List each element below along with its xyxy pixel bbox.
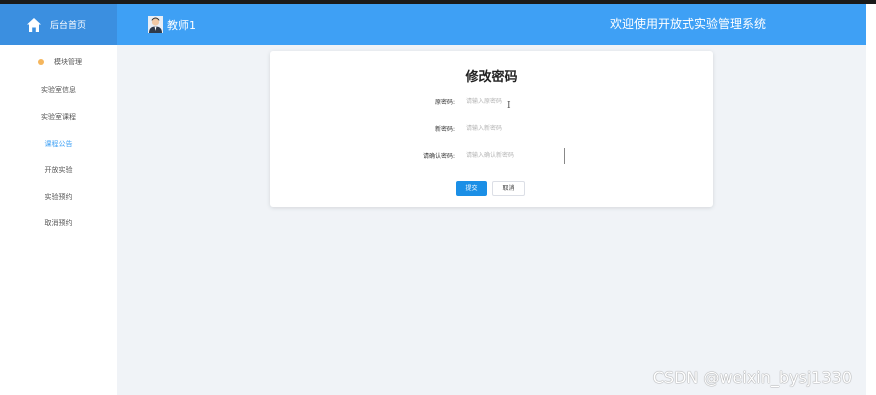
user-menu[interactable]: 教师1 (148, 4, 196, 45)
new-password-label: 新密码: (434, 126, 455, 133)
text-cursor-icon: I (507, 101, 511, 111)
home-icon (27, 17, 41, 32)
main-content: 修改密码 原密码: 请输入原密码 I 新密码: 请输入新密码 请确认密码: 请输… (117, 45, 866, 395)
sidebar-item-lab-courses[interactable]: 实验室课程 (0, 112, 117, 122)
old-password-row: 原密码: 请输入原密码 (270, 95, 713, 109)
sidebar-item-lab-info[interactable]: 实验室信息 (0, 85, 117, 95)
old-password-input[interactable]: 请输入原密码 (466, 95, 556, 109)
confirm-password-row: 请确认密码: 请输入确认新密码 (270, 149, 713, 163)
user-name: 教师1 (167, 18, 196, 32)
old-password-label: 原密码: (434, 99, 455, 106)
sidebar-item-course-notices[interactable]: 课程公告 (0, 139, 117, 149)
dot-icon (38, 59, 44, 65)
submit-button[interactable]: 提交 (456, 181, 487, 196)
welcome-text: 欢迎使用开放式实验管理系统 (609, 17, 766, 31)
home-label: 后台首页 (50, 21, 87, 31)
sidebar-section-label: 模块管理 (54, 58, 82, 66)
new-password-row: 新密码: 请输入新密码 (270, 122, 713, 136)
avatar-icon (148, 16, 163, 33)
input-caret (564, 148, 565, 164)
confirm-password-label: 请确认密码: (422, 153, 455, 160)
confirm-password-input[interactable]: 请输入确认新密码 (466, 149, 556, 163)
page-title: 修改密码 (465, 70, 518, 85)
window-edge (866, 4, 876, 395)
sidebar-item-lab-reservation[interactable]: 实验预约 (0, 192, 117, 202)
change-password-card: 修改密码 原密码: 请输入原密码 I 新密码: 请输入新密码 请确认密码: 请输… (270, 51, 713, 207)
cancel-button[interactable]: 取消 (492, 181, 525, 196)
sidebar: 模块管理 实验室信息 实验室课程 课程公告 开放实验 实验预约 取消预约 (0, 45, 117, 395)
sidebar-item-cancel-reservation[interactable]: 取消预约 (0, 218, 117, 228)
app-header: 后台首页 教师1 欢迎使用开放式实验管理系统 (0, 4, 866, 45)
home-link[interactable]: 后台首页 (0, 4, 117, 45)
sidebar-item-open-experiments[interactable]: 开放实验 (0, 165, 117, 175)
new-password-input[interactable]: 请输入新密码 (466, 122, 556, 136)
watermark: CSDN @weixin_bysj1330 (652, 368, 852, 387)
sidebar-section-header[interactable]: 模块管理 (38, 57, 82, 67)
